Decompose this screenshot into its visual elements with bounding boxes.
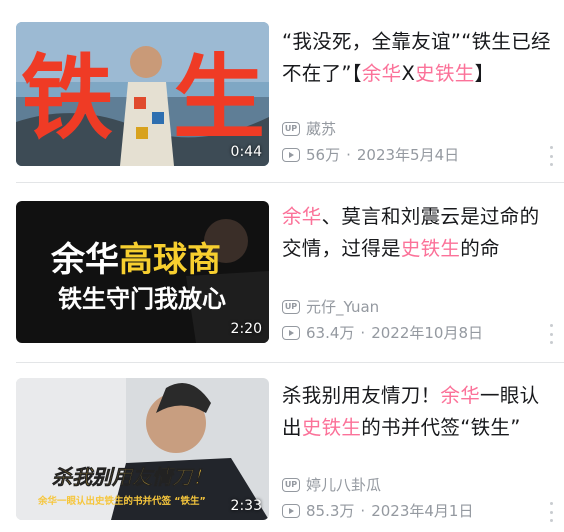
uploader[interactable]: UP 葳苏 [282,118,336,139]
video-duration: 2:33 [230,498,262,514]
title-highlight: 史铁生 [301,416,362,439]
title-highlight: 史铁生 [415,62,475,85]
up-icon: UP [282,299,300,314]
up-icon: UP [282,121,300,136]
more-vertical-icon[interactable] [544,146,558,166]
view-count: 85.3万 [306,502,355,520]
video-stats: 85.3万 · 2023年4月1日 [282,500,473,521]
upload-date: 2022年10月8日 [371,324,483,342]
thumbnail-caption: 铁生 [21,45,269,152]
title-highlight: 余华 [361,62,402,85]
uploader-name: 婷儿八卦瓜 [306,476,382,494]
view-count: 56万 [306,146,341,164]
play-count-icon [282,503,300,518]
thumbnail-subcaption: 铁生守门我放心 [58,285,226,313]
video-thumbnail[interactable]: 铁生 0:44 [16,22,269,166]
video-stats: 56万 · 2023年5月4日 [282,144,459,165]
title-highlight: 余华 [282,205,322,228]
video-title[interactable]: “我没死，全靠友谊”“铁生已经不在了”【余华X史铁生】 [282,26,554,90]
more-vertical-icon[interactable] [544,324,558,344]
separator: · [360,323,366,342]
up-icon: UP [282,477,300,492]
video-thumbnail[interactable]: 余华高球商 铁生守门我放心 2:20 [16,201,269,343]
video-thumbnail[interactable]: 杀我别用友情刀！ 余华一眼认出史铁生的书并代签 “铁生” 2:33 [16,378,269,520]
view-count: 63.4万 [306,324,355,342]
upload-date: 2023年4月1日 [371,502,474,520]
title-segment: X [401,62,416,85]
video-title[interactable]: 余华、莫言和刘震云是过命的交情，过得是史铁生的命 [282,201,554,265]
uploader[interactable]: UP 元仔_Yuan [282,296,379,317]
title-highlight: 余华 [440,384,481,407]
title-segment: 的命 [460,237,500,260]
title-segment: 】 [474,62,495,85]
video-stats: 63.4万 · 2022年10月8日 [282,322,483,343]
video-card[interactable]: 杀我别用友情刀！ 余华一眼认出史铁生的书并代签 “铁生” 2:33 杀我别用友情… [0,362,564,532]
video-card[interactable]: 铁生 0:44 “我没死，全靠友谊”“铁生已经不在了”【余华X史铁生】 UP 葳… [0,0,564,170]
video-title[interactable]: 杀我别用友情刀！余华一眼认出史铁生的书并代签“铁生” [282,380,554,444]
title-segment: 的书并代签“铁生” [361,416,521,439]
play-count-icon [282,147,300,162]
video-card[interactable]: 余华高球商 铁生守门我放心 2:20 余华、莫言和刘震云是过命的交情，过得是史铁… [0,181,564,351]
thumbnail-caption: 余华高球商 [50,240,221,280]
separator: · [360,501,366,520]
play-count-icon [282,325,300,340]
video-list: 铁生 0:44 “我没死，全靠友谊”“铁生已经不在了”【余华X史铁生】 UP 葳… [0,0,564,532]
title-highlight: 史铁生 [400,237,461,260]
uploader[interactable]: UP 婷儿八卦瓜 [282,474,381,495]
separator: · [346,145,351,164]
thumbnail-caption: 杀我别用友情刀！ [52,465,212,489]
title-segment: 杀我别用友情刀！ [282,384,441,407]
thumbnail-subcaption: 余华一眼认出史铁生的书并代签 “铁生” [37,495,206,507]
upload-date: 2023年5月4日 [356,146,460,164]
uploader-name: 元仔_Yuan [306,298,380,316]
more-vertical-icon[interactable] [544,502,558,522]
video-duration: 0:44 [230,144,262,160]
video-duration: 2:20 [230,321,262,337]
uploader-name: 葳苏 [306,120,337,138]
